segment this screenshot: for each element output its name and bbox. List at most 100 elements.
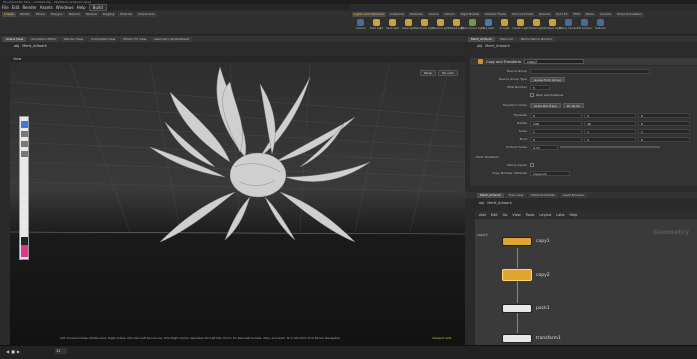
source-group-field[interactable] (530, 68, 650, 74)
menu-assets[interactable]: Assets (40, 5, 53, 10)
translate-z[interactable]: 0 (638, 112, 690, 118)
tool-gi-light[interactable]: GI Light (498, 19, 511, 30)
net-menu-tools[interactable]: Tools (526, 213, 535, 217)
net-menu-go[interactable]: Go (503, 213, 508, 217)
shelf-tab-drive[interactable]: Drive Simulation (615, 11, 645, 17)
tab-render-view[interactable]: Render View (61, 36, 87, 42)
shelf-tab-viscous-fluids[interactable]: Viscous Fluids (509, 11, 536, 17)
net-menu-edit[interactable]: Edit (491, 213, 498, 217)
tab-geometry-spreadsheet[interactable]: Geometry Spreadsheet (151, 36, 193, 42)
scale-x[interactable]: 1 (530, 128, 582, 134)
shelf-tab-model[interactable]: Model (33, 11, 47, 17)
tab-tree-view[interactable]: Tree View (505, 192, 527, 198)
translate-y[interactable]: 0 (584, 112, 636, 118)
net-menu-help[interactable]: Help (569, 213, 577, 217)
rotate-x[interactable]: 148 (530, 120, 582, 126)
rotate-y[interactable]: 49 (584, 120, 636, 126)
tool-switcher[interactable]: Switcher (594, 19, 607, 30)
tool-portal-light[interactable]: Portal Light (529, 19, 544, 30)
tool-stereo-camera[interactable]: Stereo Camera (559, 19, 578, 30)
tab-motion-fx-view[interactable]: Motion FX View (120, 36, 150, 42)
persp-menu[interactable]: Persp (420, 70, 437, 76)
tab-merit-artwork[interactable]: Merit_Artwork (468, 36, 495, 42)
path-obj[interactable]: obj (14, 44, 19, 48)
tool-vr-camera[interactable]: VR Camera (577, 19, 592, 30)
path-merit-artwork[interactable]: Merit_Artwork (22, 44, 46, 48)
shelf-tab-crowds[interactable]: Crowds (598, 11, 614, 17)
node-copy1[interactable]: copy1 (502, 237, 550, 246)
node-pack1[interactable]: pack1 (502, 304, 550, 313)
pivot-x[interactable]: 0 (530, 136, 582, 142)
net-menu-labs[interactable]: Labs (556, 213, 564, 217)
tool-geometry-light[interactable]: Geometry Light (415, 19, 434, 30)
scale-z[interactable]: 1 (638, 128, 690, 134)
menu-edit[interactable]: Edit (12, 5, 20, 10)
shelf-tab-vellum[interactable]: Vellum (442, 11, 457, 17)
timeline-bar[interactable]: ◀ ■ ▶ (0, 345, 697, 359)
tab-take-list[interactable]: Take List (496, 36, 516, 42)
stamp-checkbox[interactable] (530, 163, 534, 167)
shelf-tab-muscles[interactable]: Muscles (118, 11, 135, 17)
tool-volume-light[interactable]: Volume Light (432, 19, 449, 30)
shelf-tab-texture[interactable]: Texture (83, 11, 99, 17)
shelf-tab-collisions[interactable]: Collisions (387, 11, 407, 17)
tool-caustic-light[interactable]: Caustic Light (512, 19, 529, 30)
build-desktop-label[interactable]: Build (88, 3, 107, 11)
play-back-icon[interactable]: ◀ (6, 349, 9, 354)
shelf-tab-characters[interactable]: Characters (136, 11, 157, 17)
shelf-tab-grains[interactable]: Grains (426, 11, 441, 17)
rotate-z[interactable]: 0 (638, 120, 690, 126)
shelf-tab-particles[interactable]: Particles (408, 11, 425, 17)
shelf-tab-modify[interactable]: Modify (17, 11, 32, 17)
node-transform1[interactable]: transform1 (502, 334, 561, 343)
uniform-scale-field[interactable]: 0.75 (530, 144, 558, 150)
path-merit-artwork[interactable]: Merit_Artwork (485, 44, 509, 48)
select-tool-icon[interactable] (21, 121, 28, 128)
shelf-tab-rigid-bodies[interactable]: Rigid Bodies (458, 11, 482, 17)
tab-material-palette[interactable]: Material Palette (528, 192, 558, 198)
path-obj[interactable]: obj (477, 44, 482, 48)
transform-order-menu[interactable]: Scale Rot Trans (530, 102, 561, 108)
copy-number-field[interactable]: copynum (530, 170, 570, 176)
tool-environment-light[interactable]: Environment Light (461, 19, 484, 30)
tool-spot-light[interactable]: Spot Light (386, 19, 399, 30)
move-tool-icon[interactable] (21, 131, 28, 137)
menu-render[interactable]: Render (22, 5, 36, 10)
net-menu-view[interactable]: View (512, 213, 520, 217)
shelf-tab-create[interactable]: Create (2, 11, 16, 17)
shelf-tab-deform[interactable]: Deform (66, 11, 82, 17)
tool-ambient-light[interactable]: Ambient Light (544, 19, 561, 30)
color-swatch-black[interactable] (21, 237, 28, 245)
menu-help[interactable]: Help (77, 5, 86, 10)
tool-sky-light[interactable]: Sky Light (482, 19, 495, 30)
menu-windows[interactable]: Windows (56, 5, 74, 10)
color-swatch-pink[interactable] (21, 245, 28, 257)
shelf-tab-oceans[interactable]: Oceans (537, 11, 553, 17)
scale-tool-icon[interactable] (21, 151, 28, 157)
tab-asset-browser[interactable]: Asset Browser (559, 192, 588, 198)
shelf-tab-lights-cameras[interactable]: Lights and Cameras (352, 11, 386, 17)
play-icon[interactable]: ▶ (17, 349, 20, 354)
net-path-obj[interactable]: obj (479, 201, 484, 205)
net-menu-add[interactable]: Add (479, 213, 486, 217)
network-editor[interactable]: copy1 copy2 pack1 transform1 copy3 (475, 219, 697, 345)
tab-scene-view[interactable]: Scene View (3, 36, 27, 42)
tab-network-merit[interactable]: Merit_Artwork (477, 192, 504, 198)
pack-checkbox[interactable] (530, 93, 534, 97)
net-menu-layout[interactable]: Layout (539, 213, 551, 217)
shelf-tab-wires[interactable]: Wires (583, 11, 597, 17)
pivot-transform-label[interactable]: Pivot Transform (470, 155, 499, 159)
shelf-tab-rigging[interactable]: Rigging (100, 11, 117, 17)
tool-point-light[interactable]: Point Light (370, 19, 383, 30)
node-name-field[interactable]: copy2 (524, 59, 585, 64)
total-number-field[interactable]: 5 (530, 84, 550, 90)
menu-file[interactable]: File (2, 5, 9, 10)
tool-camera[interactable]: Camera (354, 19, 367, 30)
pivot-z[interactable]: 0 (638, 136, 690, 142)
shelf-tab-fem[interactable]: FEM (571, 11, 582, 17)
shelf-tab-particle-fluids[interactable]: Particle Fluids (483, 11, 508, 17)
tab-animation-editor[interactable]: Animation Editor (28, 36, 60, 42)
net-path-merit[interactable]: Merit_Artwork (487, 201, 511, 205)
translate-x[interactable]: 0 (530, 112, 582, 118)
current-frame-field[interactable]: 12 (55, 348, 67, 354)
